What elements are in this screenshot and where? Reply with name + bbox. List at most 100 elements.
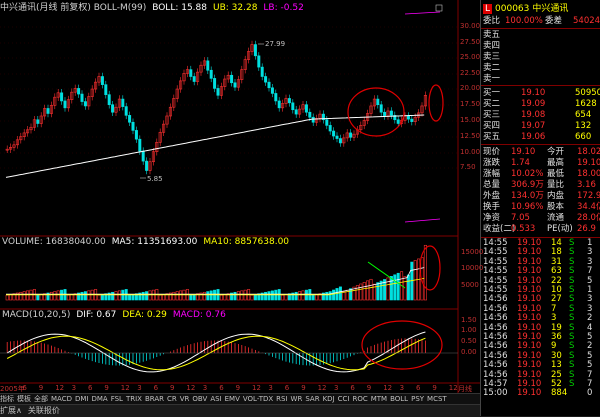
- candle: [111, 104, 115, 113]
- indicator-tab[interactable]: OBV: [192, 395, 207, 403]
- price-tick-label: 22.50: [460, 69, 481, 77]
- indicator-tab[interactable]: PSY: [411, 395, 424, 403]
- time-tick-label: 6: [284, 384, 290, 392]
- indicator-tab[interactable]: CCI: [338, 395, 350, 403]
- candle: [128, 115, 132, 123]
- quote-value: 3.16: [577, 180, 596, 190]
- volume-bar: [328, 291, 332, 301]
- indicator-tab[interactable]: BRAR: [145, 395, 164, 403]
- candle: [270, 87, 274, 94]
- volume-bar: [111, 291, 115, 301]
- indicator-tab[interactable]: WR: [291, 395, 303, 403]
- candle: [192, 76, 196, 82]
- volume-bar: [362, 282, 366, 301]
- indicator-tab[interactable]: VOL-TDX: [243, 395, 273, 403]
- volume-bar: [281, 294, 285, 301]
- volume-bar: [39, 294, 43, 301]
- tick-volume: 13: [551, 360, 562, 371]
- indicator-tab[interactable]: SAR: [305, 395, 319, 403]
- candle: [60, 92, 64, 102]
- indicator-tab[interactable]: MACD: [51, 395, 72, 403]
- quote-value: 1.74: [511, 158, 530, 168]
- candle: [328, 125, 332, 132]
- candle: [253, 44, 257, 57]
- buy-price: 19.07: [521, 121, 546, 131]
- volume-bar: [369, 278, 373, 301]
- highlight-circle-price: [347, 87, 405, 137]
- volume-bar: [5, 294, 9, 301]
- indicator-tab[interactable]: CR: [167, 395, 177, 403]
- indicator-tab[interactable]: 模板: [17, 395, 31, 403]
- quote-panel: L 000063 中兴通讯 委比 100.00% 委差 54024 卖五 卖四 卖三 卖二…: [480, 0, 600, 416]
- kline-chart[interactable]: 27.99 5.85: [0, 0, 480, 393]
- buy-row: 买四 19.07 132: [481, 121, 600, 132]
- macd-header: MACD(10,20,5) DIF: 0.67 DEA: 0.29 MACD: 0.7…: [2, 310, 232, 320]
- volume-bar: [206, 291, 210, 301]
- indicator-tab[interactable]: 指标: [0, 395, 14, 403]
- time-tick-label: 9: [366, 384, 372, 392]
- indicator-tab[interactable]: VR: [180, 395, 190, 403]
- indicator-tab[interactable]: MTM: [371, 395, 387, 403]
- quote-label: 内盘: [547, 191, 565, 201]
- macd-tick-label: 1.00: [461, 326, 477, 334]
- candle: [277, 100, 281, 109]
- volume-bar: [22, 291, 26, 301]
- indicator-tab[interactable]: 全部: [34, 395, 48, 403]
- buy-row: 买三 19.08 654: [481, 110, 600, 121]
- stock-name: 中兴通讯: [532, 4, 569, 14]
- indicator-tab[interactable]: BOLL: [390, 395, 408, 403]
- indicator-tab[interactable]: RSI: [276, 395, 287, 403]
- volume-ma5: MA5: 11351693.00: [111, 237, 198, 247]
- volume-bar: [359, 283, 363, 301]
- macd-params: MACD(10,20,5): [2, 310, 71, 320]
- candle: [141, 150, 145, 162]
- time-tick-label: 6: [88, 384, 93, 392]
- candle: [77, 88, 81, 95]
- candle: [325, 119, 329, 126]
- volume-bar: [162, 294, 166, 301]
- time-tick-label: 6: [22, 384, 27, 392]
- time-tick-label: 9: [38, 384, 44, 392]
- buy-label: 买四: [483, 121, 501, 131]
- related-quotes-button[interactable]: 关联报价: [28, 406, 60, 415]
- stock-header: L 000063 中兴通讯: [481, 1, 600, 15]
- quote-value: 18.00: [577, 169, 600, 179]
- volume-bar: [284, 294, 288, 301]
- quote-row: 外盘 134.0万内盘 172.9万: [481, 191, 600, 202]
- indicator-tab[interactable]: MCST: [427, 395, 447, 403]
- tick-count: 5: [587, 360, 593, 371]
- indicator-tab[interactable]: EMV: [225, 395, 240, 403]
- tick-row: 14:56 19.10 13 S 5: [481, 361, 600, 370]
- volume-bar: [179, 290, 183, 301]
- indicator-tab[interactable]: DMI: [75, 395, 89, 403]
- volume-tick-label: 15000: [461, 248, 484, 256]
- volume-bar: [80, 291, 84, 301]
- weibi-value: 100.00%: [505, 16, 543, 26]
- volume-bar: [141, 291, 145, 301]
- quote-value: 7.05: [511, 213, 530, 223]
- candle: [46, 108, 50, 114]
- candle: [410, 118, 414, 122]
- volume-bar: [9, 294, 13, 301]
- candle: [80, 93, 84, 102]
- expand-button[interactable]: 扩展∧: [0, 406, 22, 415]
- sell-label: 卖一: [483, 74, 501, 84]
- indicator-tab[interactable]: FSL: [111, 395, 123, 403]
- indicator-tab[interactable]: KDJ: [323, 395, 335, 403]
- volume-bar: [114, 291, 118, 301]
- buy-price: 19.09: [521, 99, 546, 109]
- indicator-tab[interactable]: ROC: [352, 395, 367, 403]
- candle: [189, 69, 193, 77]
- tick-time: 14:55: [483, 266, 508, 277]
- indicator-tab[interactable]: ASI: [210, 395, 221, 403]
- quote-label: 量比: [547, 180, 565, 190]
- volume-bar: [202, 291, 206, 301]
- time-tick-label: 3: [399, 384, 405, 392]
- candle: [389, 110, 393, 116]
- indicator-tab[interactable]: DMA: [91, 395, 107, 403]
- price-tick-label: 17.50: [460, 100, 481, 108]
- volume-bar: [311, 294, 315, 301]
- quote-value: 28.0亿: [577, 213, 600, 223]
- time-tick-label: 6: [350, 384, 355, 392]
- indicator-tab[interactable]: TRIX: [126, 395, 142, 403]
